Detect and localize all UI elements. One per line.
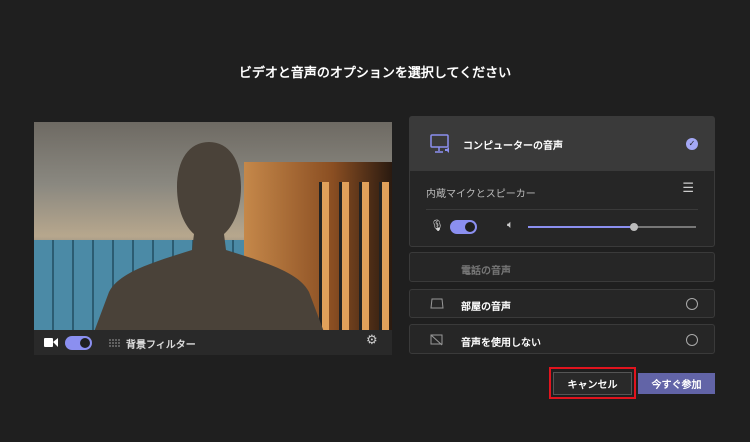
join-now-button[interactable]: 今すぐ参加 [638, 373, 715, 394]
video-controls: 背景フィルター ⚙ [34, 330, 392, 355]
page-title: ビデオと音声のオプションを選択してください [238, 66, 512, 81]
computer-speaker-icon [430, 134, 449, 153]
background-filter-button[interactable]: 背景フィルター [126, 336, 196, 351]
person-silhouette [94, 142, 324, 330]
camera-icon [44, 338, 58, 347]
selected-check-icon: ✓ [686, 138, 698, 150]
camera-toggle[interactable] [65, 336, 92, 350]
window [379, 182, 389, 330]
background-filter-icon [109, 339, 120, 347]
audio-off-icon [430, 334, 443, 346]
no-audio-label: 音声を使用しない [461, 338, 541, 349]
audio-device-label: 内蔵マイクとスピーカー [426, 189, 536, 200]
no-audio-radio[interactable] [686, 334, 698, 346]
device-settings-icon[interactable]: ☰ [682, 181, 694, 196]
settings-gear-icon[interactable]: ⚙ [366, 333, 378, 348]
microphone-toggle[interactable] [450, 220, 477, 234]
room-audio-radio[interactable] [686, 298, 698, 310]
video-preview [34, 122, 392, 330]
computer-audio-label: コンピューターの音声 [463, 141, 563, 152]
cancel-button[interactable]: キャンセル [553, 372, 632, 395]
microphone-icon: 🎙︎ [430, 219, 444, 232]
room-audio-label: 部屋の音声 [461, 302, 511, 313]
volume-slider[interactable] [528, 223, 696, 231]
window [339, 182, 349, 330]
computer-audio-card[interactable]: コンピューターの音声 ✓ 内蔵マイクとスピーカー ☰ 🎙︎ 🔈︎ [409, 116, 715, 247]
room-audio-option[interactable]: 部屋の音声 [409, 289, 715, 318]
room-device-icon [430, 298, 444, 309]
window [359, 182, 369, 330]
phone-audio-option[interactable]: 電話の音声 [409, 252, 715, 282]
no-audio-option[interactable]: 音声を使用しない [409, 324, 715, 354]
speaker-volume-icon: 🔈︎ [507, 218, 514, 231]
phone-audio-label: 電話の音声 [461, 266, 511, 277]
